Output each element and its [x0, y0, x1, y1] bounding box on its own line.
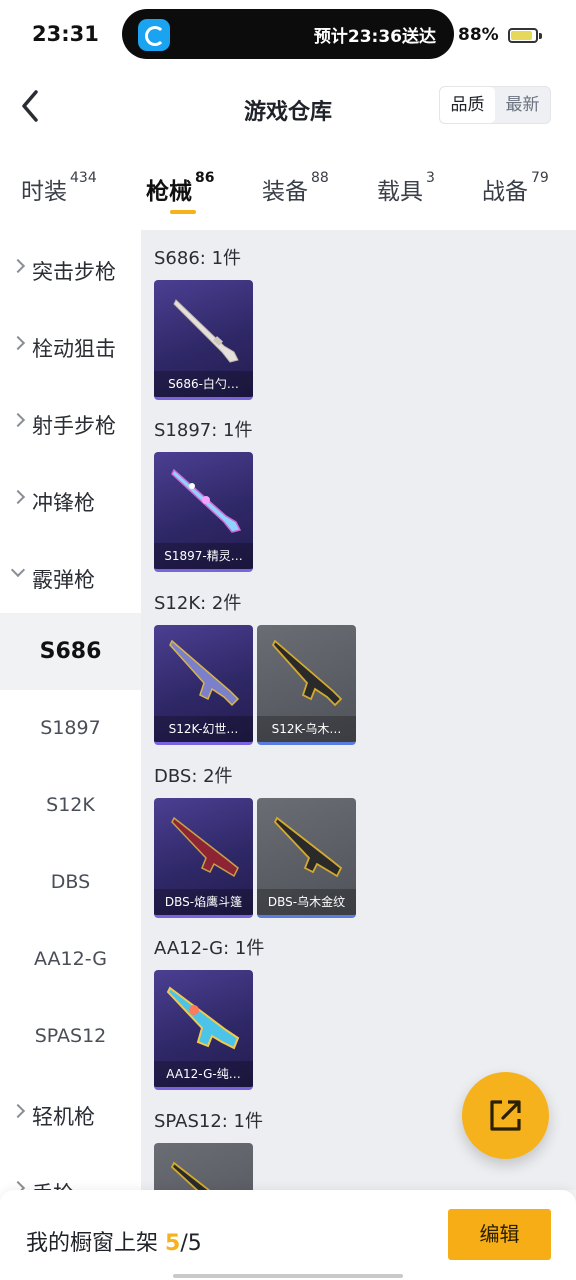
- sort-toggle[interactable]: 品质 最新: [439, 86, 551, 124]
- shotgun-icon: [170, 1161, 211, 1190]
- tab-guns[interactable]: 枪械86: [146, 170, 214, 206]
- edit-button[interactable]: 编辑: [448, 1209, 551, 1260]
- category-label: 霰弹枪: [32, 568, 95, 592]
- category-label: 射手步枪: [32, 414, 116, 438]
- tab-supplies[interactable]: 战备79: [482, 170, 549, 206]
- sidebar-item-s686[interactable]: S686: [0, 613, 141, 690]
- shotgun-icon: [273, 816, 343, 878]
- sidebar-item-s1897[interactable]: S1897: [0, 690, 141, 767]
- sidebar-item-dbs[interactable]: DBS: [0, 844, 141, 921]
- category-tabs: 时装434 枪械86 装备88 载具3 战备79: [0, 152, 576, 230]
- group-title-s1897: S1897: 1件: [154, 420, 253, 441]
- sidebar-category-smg[interactable]: 冲锋枪: [0, 461, 141, 538]
- battery-icon: [508, 28, 538, 43]
- item-card[interactable]: S1897-精灵…: [154, 452, 253, 572]
- header: 游戏仓库 品质 最新: [0, 66, 576, 152]
- shelf-current-count: 5: [165, 1231, 181, 1256]
- category-label: 突击步枪: [32, 260, 116, 284]
- chevron-right-icon: [10, 489, 26, 505]
- dynamic-island[interactable]: 预计23:36送达: [122, 9, 454, 59]
- item-card[interactable]: S12K-幻世…: [154, 625, 253, 745]
- group-title-s12k: S12K: 2件: [154, 593, 242, 614]
- delivery-app-icon: [138, 19, 170, 51]
- item-card[interactable]: [154, 1143, 253, 1190]
- item-name: S1897-精灵…: [154, 543, 253, 569]
- item-card[interactable]: DBS-焰鹰斗篷: [154, 798, 253, 918]
- chevron-down-icon: [10, 562, 26, 578]
- tab-skins[interactable]: 时装434: [21, 170, 97, 206]
- sort-latest-option[interactable]: 最新: [495, 87, 550, 123]
- shotgun-icon: [171, 816, 239, 878]
- sort-quality-option[interactable]: 品质: [440, 87, 495, 123]
- tab-equipment[interactable]: 装备88: [262, 170, 329, 206]
- shotgun-icon: [166, 986, 240, 1050]
- chevron-right-icon: [10, 1103, 26, 1119]
- item-name: S12K-乌木…: [257, 716, 356, 742]
- weapon-sidebar: 突击步枪 栓动狙击 射手步枪 冲锋枪 霰弹枪 S686 S1897 S12K D…: [0, 230, 141, 1280]
- tab-vehicles[interactable]: 载具3: [377, 170, 435, 206]
- item-name: AA12-G-纯…: [154, 1061, 253, 1087]
- sidebar-item-s12k[interactable]: S12K: [0, 767, 141, 844]
- sidebar-category-shotgun[interactable]: 霰弹枪: [0, 538, 141, 615]
- item-name: S686-白勺…: [154, 371, 253, 397]
- share-export-icon: [490, 1100, 521, 1131]
- item-name: DBS-焰鹰斗篷: [154, 889, 253, 915]
- sidebar-category-assault-rifle[interactable]: 突击步枪: [0, 230, 141, 307]
- rifle-shotgun-icon: [271, 639, 343, 707]
- shelf-total-count: /5: [180, 1231, 202, 1256]
- chevron-right-icon: [10, 335, 26, 351]
- shelf-label: 我的橱窗上架: [26, 1231, 159, 1256]
- shotgun-icon: [173, 299, 239, 363]
- group-title-aa12g: AA12-G: 1件: [154, 938, 265, 959]
- sidebar-category-lmg[interactable]: 轻机枪: [0, 1075, 141, 1152]
- item-card[interactable]: S686-白勺…: [154, 280, 253, 400]
- active-tab-indicator: [170, 210, 196, 214]
- delivery-eta: 预计23:36送达: [313, 27, 436, 47]
- item-card[interactable]: AA12-G-纯…: [154, 970, 253, 1090]
- item-name: S12K-幻世…: [154, 716, 253, 742]
- shotgun-icon: [171, 468, 242, 533]
- battery-tip: [539, 33, 542, 39]
- shelf-status: 我的橱窗上架 5/5: [26, 1225, 202, 1257]
- chevron-right-icon: [10, 412, 26, 428]
- status-bar: 23:31 预计23:36送达 88%: [0, 0, 576, 66]
- category-label: 冲锋枪: [32, 491, 95, 515]
- group-title-dbs: DBS: 2件: [154, 766, 233, 787]
- group-title-s686: S686: 1件: [154, 248, 242, 269]
- item-name: DBS-乌木金纹: [257, 889, 356, 915]
- item-card[interactable]: DBS-乌木金纹: [257, 798, 356, 918]
- group-title-spas12: SPAS12: 1件: [154, 1111, 264, 1132]
- bottom-bar: 我的橱窗上架 5/5 编辑: [0, 1190, 576, 1280]
- chevron-right-icon: [10, 258, 26, 274]
- home-indicator[interactable]: [173, 1274, 403, 1278]
- share-button[interactable]: [462, 1072, 549, 1159]
- rifle-shotgun-icon: [169, 639, 240, 707]
- item-card[interactable]: S12K-乌木…: [257, 625, 356, 745]
- category-label: 栓动狙击: [32, 337, 116, 361]
- sidebar-category-bolt-sniper[interactable]: 栓动狙击: [0, 307, 141, 384]
- category-label: 轻机枪: [32, 1105, 95, 1129]
- weapon-list[interactable]: S686: 1件 S686-白勺… S1897: 1件 S1897-精灵… S1…: [141, 230, 576, 1190]
- status-time: 23:31: [32, 22, 99, 46]
- sidebar-item-aa12g[interactable]: AA12-G: [0, 921, 141, 998]
- sidebar-category-marksman[interactable]: 射手步枪: [0, 384, 141, 461]
- battery-percent: 88%: [458, 25, 499, 45]
- sidebar-item-spas12[interactable]: SPAS12: [0, 998, 141, 1075]
